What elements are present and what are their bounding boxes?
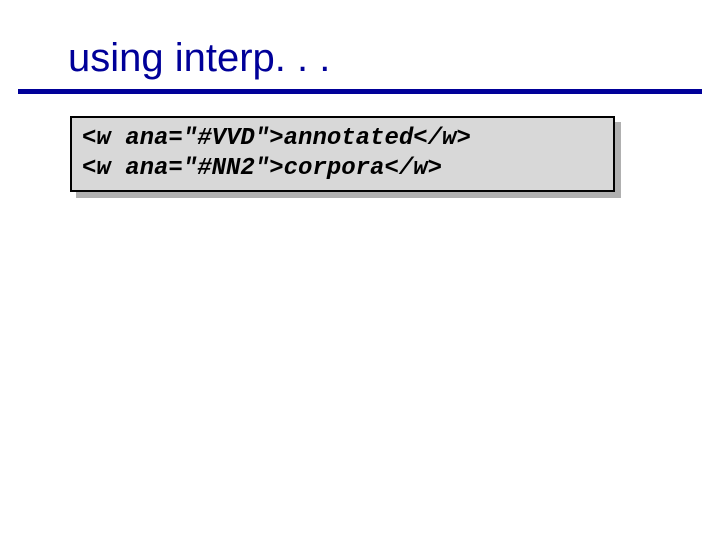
code-line: <w ana="#NN2">corpora</w> <box>82 155 442 182</box>
code-line: <w ana="#VVD">annotated</w> <box>82 125 471 152</box>
horizontal-rule <box>18 89 702 94</box>
code-box: <w ana="#VVD">annotated</w> <w ana="#NN2… <box>70 116 615 192</box>
slide: using interp. . . <w ana="#VVD">annotate… <box>0 0 720 540</box>
slide-title: using interp. . . <box>0 36 720 89</box>
code-example: <w ana="#VVD">annotated</w> <w ana="#NN2… <box>70 116 615 192</box>
